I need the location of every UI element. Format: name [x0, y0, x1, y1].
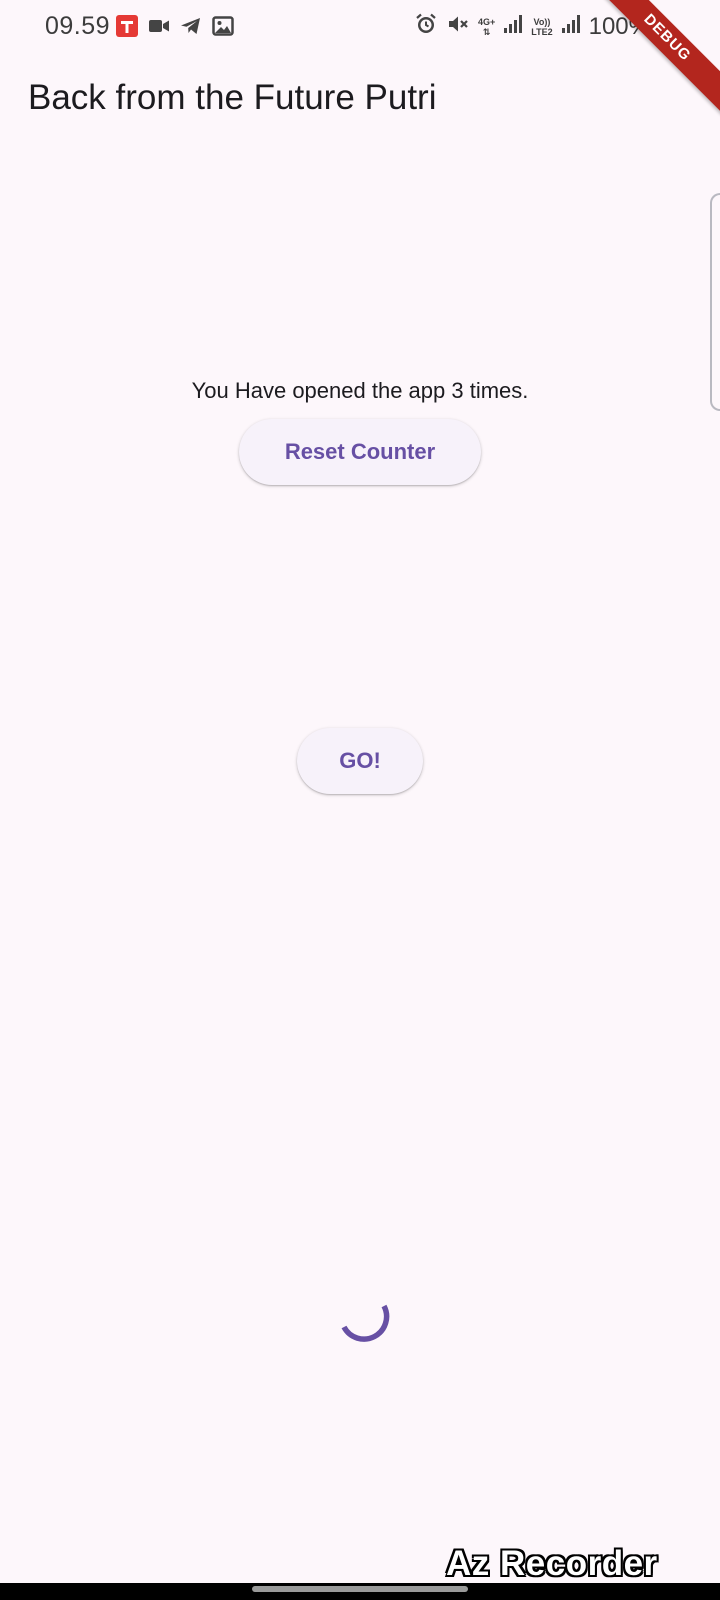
alarm-icon — [414, 12, 438, 41]
recorder-watermark: Az Recorder — [446, 1544, 658, 1583]
go-button[interactable]: GO! — [297, 728, 423, 794]
status-bar: 09.59 4G+ ⇅ Vo)) LTE2 100% — [0, 0, 720, 56]
reset-counter-button[interactable]: Reset Counter — [239, 419, 481, 485]
network-sim2: Vo)) LTE2 — [531, 17, 552, 37]
loading-spinner — [341, 1304, 390, 1342]
app-notification-icon — [115, 14, 139, 43]
data-arrows-icon: ⇅ — [482, 26, 491, 37]
status-left-icons — [115, 14, 235, 43]
telegram-icon — [179, 14, 203, 43]
volte-label: Vo)) — [533, 16, 551, 27]
mute-icon — [446, 12, 470, 41]
signal-sim2-icon — [561, 13, 581, 40]
gesture-handle[interactable] — [252, 1586, 468, 1592]
status-right-icons: 4G+ ⇅ Vo)) LTE2 100% — [414, 12, 650, 41]
status-time: 09.59 — [45, 12, 111, 40]
page-title: Back from the Future Putri — [28, 78, 437, 117]
video-camera-icon — [147, 14, 171, 43]
open-count-text: You Have opened the app 3 times. — [191, 378, 529, 403]
network-type: 4G+ ⇅ — [478, 17, 495, 37]
lte2-label: LTE2 — [531, 26, 553, 37]
signal-icon — [503, 13, 523, 40]
image-icon — [211, 14, 235, 43]
network-type-label: 4G+ — [478, 16, 496, 27]
